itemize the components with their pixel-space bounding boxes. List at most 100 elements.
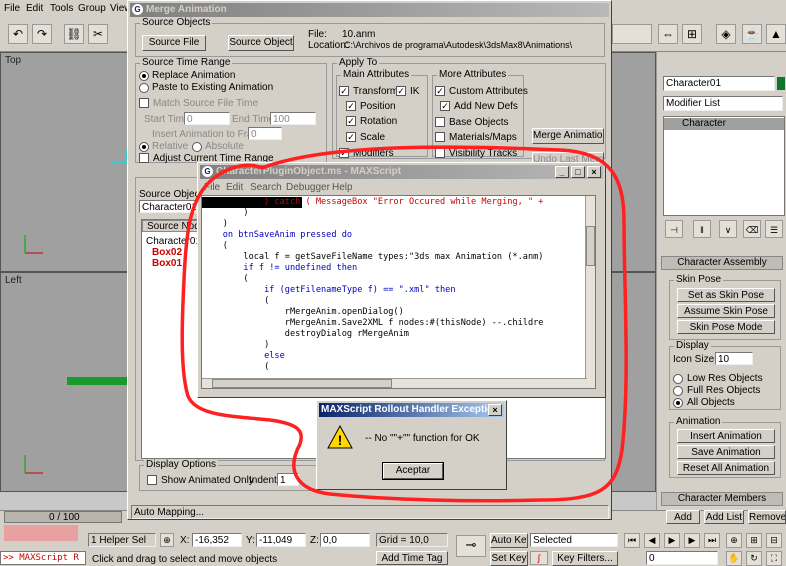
position-checkbox[interactable]: ✓ — [346, 101, 356, 111]
menu-edit[interactable]: Edit — [26, 3, 43, 14]
merge-animation-button[interactable]: Merge Animation — [532, 128, 604, 144]
add-new-defs-checkbox[interactable]: ✓ — [440, 101, 450, 111]
editor-menu-file[interactable]: File — [204, 182, 220, 193]
add-list-button[interactable]: Add List — [704, 510, 744, 524]
source-object-button[interactable]: Source Object — [228, 35, 294, 51]
time-slider[interactable]: 0 / 100 — [4, 511, 122, 523]
play-icon[interactable]: ▶ — [664, 533, 680, 548]
key-filters-button[interactable]: Key Filters... — [552, 551, 618, 566]
absolute-radio[interactable] — [192, 142, 202, 152]
helper-object[interactable] — [111, 149, 127, 163]
close-icon[interactable]: × — [488, 404, 502, 416]
redo-icon[interactable]: ↷ — [32, 24, 52, 44]
pin-stack-icon[interactable]: ⊣ — [665, 220, 683, 238]
unlink-icon[interactable]: ✂ — [88, 24, 108, 44]
editor-vertical-scrollbar[interactable] — [585, 196, 595, 388]
add-time-tag-button[interactable]: Add Time Tag — [376, 551, 448, 565]
current-frame-field[interactable]: 0 — [646, 551, 718, 565]
source-node-row[interactable]: Character01 — [146, 236, 201, 247]
save-animation-button[interactable]: Save Animation — [677, 445, 775, 459]
source-file-button[interactable]: Source File — [142, 35, 206, 51]
editor-menu-edit[interactable]: Edit — [226, 182, 243, 193]
x-coordinate-field[interactable]: -16,352 — [192, 533, 242, 547]
remove-modifier-icon[interactable]: ⌫ — [743, 220, 761, 238]
lock-selection-icon[interactable]: ⊕ — [160, 533, 174, 547]
merge-title-bar[interactable]: G Merge Animation — [130, 3, 609, 17]
close-icon[interactable]: × — [587, 166, 601, 178]
object-name-field[interactable]: Character01 — [663, 76, 775, 91]
mirror-icon[interactable]: ⇔ — [658, 24, 678, 44]
start-time-spinner[interactable]: 0 — [184, 112, 230, 125]
editor-horizontal-scrollbar[interactable] — [202, 378, 587, 388]
transform-checkbox[interactable]: ✓ — [339, 86, 349, 96]
named-selection-dropdown[interactable] — [612, 24, 652, 44]
editor-title-bar[interactable]: G CharacterPluginObject.ms - MAXScript _… — [200, 165, 603, 179]
rotation-checkbox[interactable]: ✓ — [346, 116, 356, 126]
adjust-time-checkbox[interactable] — [139, 153, 149, 163]
match-source-checkbox[interactable] — [139, 98, 149, 108]
modifiers-checkbox[interactable]: ✓ — [339, 148, 349, 158]
add-member-button[interactable]: Add — [666, 510, 700, 524]
minimize-icon[interactable]: _ — [555, 166, 569, 178]
previous-frame-icon[interactable]: ◀ — [644, 533, 660, 548]
maximize-icon[interactable]: □ — [571, 166, 585, 178]
object-color-swatch[interactable] — [777, 77, 785, 90]
auto-mapping-status[interactable]: Auto Mapping... — [131, 505, 609, 519]
set-key-button[interactable]: Set Key — [490, 551, 528, 566]
scrollbar-thumb[interactable] — [586, 226, 595, 266]
icon-size-spinner[interactable]: 10 — [715, 352, 753, 365]
editor-menu-search[interactable]: Search — [250, 182, 282, 193]
source-node-row[interactable]: Box02 — [152, 247, 182, 258]
undo-icon[interactable]: ↶ — [8, 24, 28, 44]
pan-icon[interactable]: ✋ — [726, 551, 742, 566]
go-to-end-icon[interactable]: ⏭ — [704, 533, 720, 548]
show-end-result-icon[interactable]: ‖ — [693, 220, 711, 238]
zoom-extents-icon[interactable]: ⊟ — [766, 533, 782, 548]
stack-item-character[interactable]: Character — [664, 118, 784, 130]
reset-all-animation-button[interactable]: Reset All Animation — [677, 461, 775, 475]
exception-title-bar[interactable]: MAXScript Rollout Handler Exception × — [319, 403, 504, 417]
quick-render-icon[interactable]: ▲ — [766, 24, 786, 44]
maxscript-listener[interactable]: >> MAXScript R — [0, 551, 86, 565]
insert-frame-spinner[interactable]: 0 — [248, 127, 282, 140]
source-object-field[interactable]: Character01 — [139, 200, 197, 213]
modifier-stack[interactable]: Character — [663, 116, 785, 216]
source-node-header[interactable]: Source Node — [142, 220, 205, 232]
visibility-tracks-checkbox[interactable] — [435, 148, 445, 158]
skin-pose-mode-button[interactable]: Skin Pose Mode — [677, 320, 775, 334]
menu-group[interactable]: Group — [78, 3, 106, 14]
z-coordinate-field[interactable]: 0,0 — [320, 533, 370, 547]
insert-animation-button[interactable]: Insert Animation — [677, 429, 775, 443]
material-editor-icon[interactable]: ◈ — [716, 24, 736, 44]
character-assembly-rollout[interactable]: Character Assembly — [661, 256, 783, 270]
maximize-viewport-icon[interactable]: ⛶ — [766, 551, 782, 566]
materials-maps-checkbox[interactable] — [435, 132, 445, 142]
auto-key-button[interactable]: Auto Key — [490, 533, 528, 548]
source-node-row[interactable]: Box01 — [152, 258, 182, 269]
zoom-all-icon[interactable]: ⊞ — [746, 533, 762, 548]
editor-menu-help[interactable]: Help — [332, 182, 353, 193]
editor-menu-debugger[interactable]: Debugger — [286, 182, 330, 193]
show-animated-only-checkbox[interactable] — [147, 475, 157, 485]
scrollbar-thumb[interactable] — [212, 379, 392, 388]
set-as-skin-pose-button[interactable]: Set as Skin Pose — [677, 288, 775, 302]
ik-checkbox[interactable]: ✓ — [396, 86, 406, 96]
full-res-radio[interactable] — [673, 386, 683, 396]
low-res-radio[interactable] — [673, 374, 683, 384]
y-coordinate-field[interactable]: -11,049 — [256, 533, 306, 547]
remove-member-button[interactable]: Remove — [748, 510, 786, 524]
base-objects-checkbox[interactable] — [435, 117, 445, 127]
align-icon[interactable]: ⊞ — [682, 24, 702, 44]
custom-attributes-checkbox[interactable]: ✓ — [435, 86, 445, 96]
listener-mini[interactable] — [4, 525, 78, 541]
replace-animation-radio[interactable] — [139, 71, 149, 81]
menu-tools[interactable]: Tools — [50, 3, 73, 14]
next-frame-icon[interactable]: ▶ — [684, 533, 700, 548]
all-objects-radio[interactable] — [673, 398, 683, 408]
assume-skin-pose-button[interactable]: Assume Skin Pose — [677, 304, 775, 318]
key-selection-dropdown[interactable]: Selected — [530, 533, 618, 547]
menu-file[interactable]: File — [4, 3, 20, 14]
configure-sets-icon[interactable]: ☰ — [765, 220, 783, 238]
paste-existing-radio[interactable] — [139, 83, 149, 93]
arc-rotate-icon[interactable]: ↻ — [746, 551, 762, 566]
